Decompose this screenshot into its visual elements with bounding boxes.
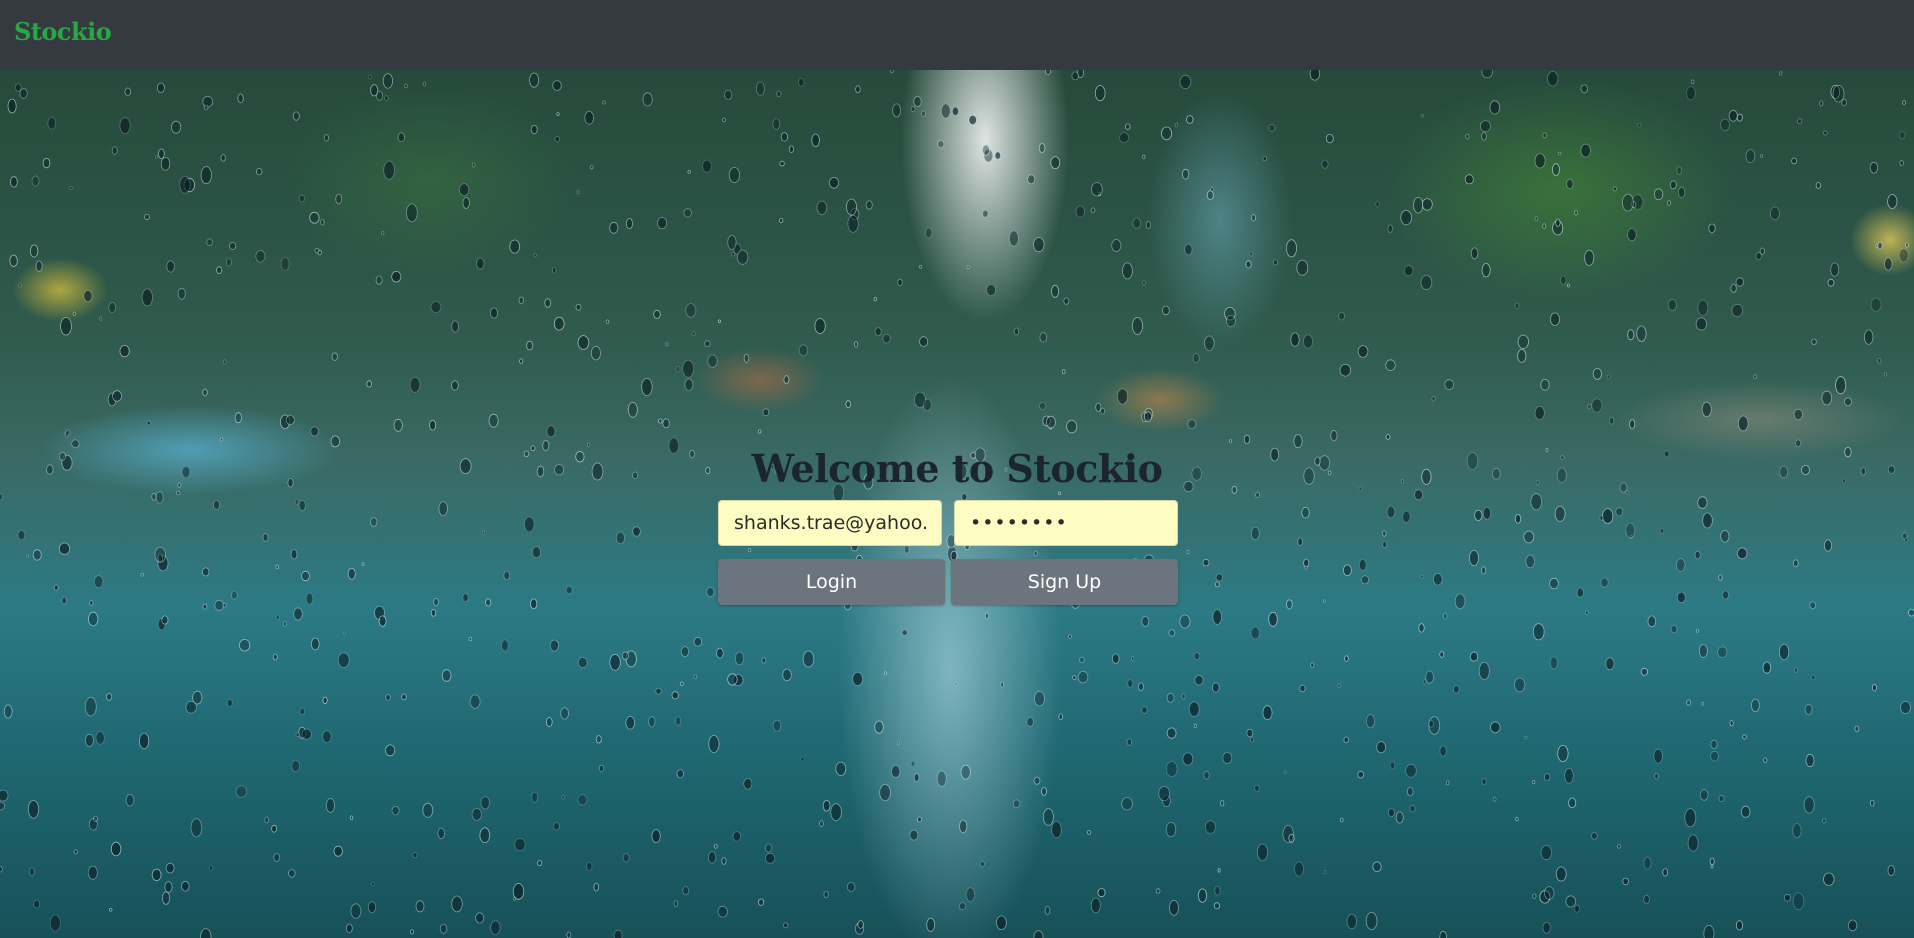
sign-up-button[interactable]: Sign Up xyxy=(951,559,1178,605)
login-panel: Welcome to Stockio Login Sign Up xyxy=(0,70,1914,938)
page-title: Welcome to Stockio xyxy=(751,446,1163,491)
login-button[interactable]: Login xyxy=(718,559,945,605)
navbar: Stockio xyxy=(0,0,1914,70)
email-field[interactable] xyxy=(718,500,942,546)
password-field[interactable] xyxy=(954,500,1178,546)
brand-logo[interactable]: Stockio xyxy=(14,17,112,46)
